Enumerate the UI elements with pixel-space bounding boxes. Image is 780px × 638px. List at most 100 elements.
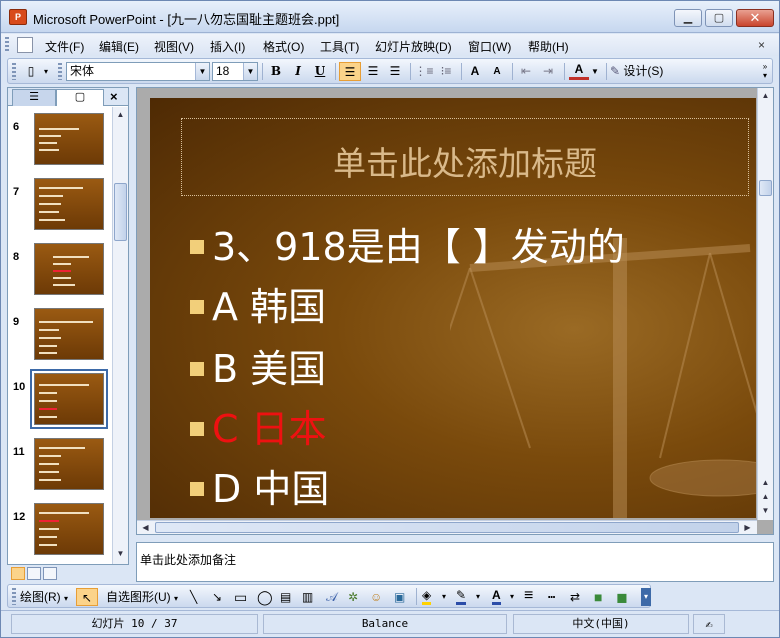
slideshow-view-icon[interactable] bbox=[43, 567, 57, 580]
doc-close-icon[interactable]: × bbox=[758, 38, 765, 52]
scroll-thumb[interactable] bbox=[114, 183, 127, 241]
menu-window[interactable]: 窗口(W) bbox=[468, 38, 511, 55]
clipart-icon[interactable]: ☺ bbox=[370, 588, 382, 606]
bullet-question[interactable]: 3、918是由【 】发动的 bbox=[190, 216, 625, 271]
slide-horizontal-scrollbar[interactable]: ◀ ▶ bbox=[137, 520, 757, 534]
arrow-icon[interactable]: ↘ bbox=[212, 588, 222, 606]
tab-outline[interactable]: ☰ bbox=[12, 89, 56, 106]
normal-view-icon[interactable] bbox=[11, 567, 25, 580]
slides-pane-scrollbar[interactable]: ▲ ▼ bbox=[112, 107, 128, 564]
font-name-combo[interactable]: 宋体 ▼ bbox=[66, 62, 210, 81]
oval-icon[interactable]: ◯ bbox=[257, 588, 273, 606]
chevron-down-icon[interactable]: ▾ bbox=[510, 588, 514, 606]
chevron-down-icon[interactable]: ▼ bbox=[590, 62, 600, 81]
menu-format[interactable]: 格式(O) bbox=[263, 38, 304, 55]
scroll-thumb[interactable] bbox=[155, 522, 739, 533]
menu-view[interactable]: 视图(V) bbox=[154, 38, 194, 55]
bullet-option-b[interactable]: B 美国 bbox=[190, 338, 326, 393]
chevron-down-icon[interactable]: ▾ bbox=[476, 588, 480, 606]
menu-slideshow[interactable]: 幻灯片放映(D) bbox=[375, 38, 452, 55]
picture-icon[interactable]: ▣ bbox=[394, 588, 405, 606]
line-color-icon[interactable]: ✎ bbox=[456, 588, 467, 605]
shadow-style-icon[interactable]: ■ bbox=[594, 588, 602, 606]
italic-button[interactable]: I bbox=[288, 62, 308, 81]
menu-insert[interactable]: 插入(I) bbox=[210, 38, 245, 55]
toolbar-options-icon[interactable]: ▾ bbox=[641, 588, 651, 606]
textbox-icon[interactable]: ▤ bbox=[280, 588, 291, 606]
slide-thumbnail-9[interactable]: 9 bbox=[8, 308, 114, 372]
bullet-option-a[interactable]: A 韩国 bbox=[190, 276, 326, 331]
numbering-button[interactable]: ⋮≡ bbox=[414, 62, 434, 81]
bullets-button[interactable]: ⁝≡ bbox=[436, 62, 456, 81]
scroll-left-icon[interactable]: ◀ bbox=[139, 521, 152, 535]
bullet-option-c[interactable]: C 日本 bbox=[190, 398, 327, 453]
document-icon[interactable] bbox=[17, 37, 33, 53]
draw-menu-button[interactable]: 绘图(R) ▾ bbox=[20, 588, 68, 606]
pane-close-icon[interactable]: × bbox=[110, 89, 118, 104]
chevron-down-icon[interactable]: ▼ bbox=[195, 63, 209, 80]
scroll-right-icon[interactable]: ▶ bbox=[741, 521, 754, 535]
current-slide[interactable]: 单击此处添加标题 3、918是由【 】发动的 A 韩国 B 美国 C 日本 D … bbox=[150, 98, 756, 518]
scroll-down-icon[interactable]: ▼ bbox=[114, 547, 127, 561]
slide-thumbnail-11[interactable]: 11 bbox=[8, 438, 114, 502]
wordart-icon[interactable]: 𝒜 bbox=[326, 588, 337, 606]
maximize-button[interactable]: ▢ bbox=[705, 9, 733, 27]
autoshapes-menu-button[interactable]: 自选图形(U) ▾ bbox=[106, 588, 178, 606]
fill-color-icon[interactable]: ◈ bbox=[422, 588, 432, 605]
dash-style-icon[interactable]: ┅ bbox=[548, 588, 555, 606]
select-objects-icon[interactable]: ↖ bbox=[76, 588, 98, 606]
toolbar-overflow-icon[interactable]: » ▾ bbox=[760, 62, 770, 81]
align-left-button[interactable]: ☰ bbox=[339, 62, 361, 81]
next-slide-icon[interactable]: ▼ bbox=[759, 504, 772, 518]
powerpoint-icon[interactable]: P bbox=[9, 9, 27, 25]
previous-slide-icon[interactable]: ▲ bbox=[759, 490, 772, 504]
minimize-button[interactable]: ▁ bbox=[674, 9, 702, 27]
3d-style-icon[interactable]: ◼ bbox=[616, 588, 628, 606]
slide-thumbnail-7[interactable]: 7 bbox=[8, 178, 114, 242]
slide-thumbnail-10[interactable]: 10 bbox=[8, 369, 114, 437]
menu-help[interactable]: 帮助(H) bbox=[528, 38, 569, 55]
grow-font-button[interactable]: A bbox=[465, 62, 485, 81]
chevron-down-icon[interactable]: ▼ bbox=[243, 63, 257, 80]
vertical-textbox-icon[interactable]: ▥ bbox=[302, 588, 313, 606]
design-button[interactable]: ✎ 设计(S) bbox=[610, 62, 680, 81]
notes-pane[interactable]: 单击此处添加备注 bbox=[136, 542, 774, 582]
shrink-font-button[interactable]: A bbox=[487, 62, 507, 81]
decrease-indent-button[interactable]: ⇤ bbox=[516, 62, 536, 81]
menu-file[interactable]: 文件(F) bbox=[45, 38, 84, 55]
align-right-button[interactable]: ☰ bbox=[385, 62, 405, 81]
new-slide-icon[interactable]: ▯ bbox=[22, 62, 40, 81]
slide-thumbnail-8[interactable]: 8 bbox=[8, 243, 114, 307]
close-button[interactable]: ✕ bbox=[736, 9, 774, 27]
font-size-combo[interactable]: 18 ▼ bbox=[212, 62, 258, 81]
scroll-up-icon[interactable]: ▲ bbox=[759, 89, 772, 103]
toolbar-grip-2[interactable] bbox=[58, 63, 62, 80]
align-center-button[interactable]: ☰ bbox=[363, 62, 383, 81]
font-color-button[interactable]: A bbox=[569, 62, 589, 80]
drawbar-grip[interactable] bbox=[12, 588, 16, 605]
scroll-up-icon[interactable]: ▲ bbox=[114, 108, 127, 122]
menu-edit[interactable]: 编辑(E) bbox=[99, 38, 139, 55]
slide-sorter-view-icon[interactable] bbox=[27, 567, 41, 580]
diagram-icon[interactable]: ✲ bbox=[348, 588, 358, 606]
scroll-thumb[interactable] bbox=[759, 180, 772, 196]
menu-grip[interactable] bbox=[5, 37, 9, 53]
bold-button[interactable]: B bbox=[266, 62, 286, 81]
spelling-check-icon[interactable]: ✍ bbox=[693, 614, 725, 634]
bullet-option-d[interactable]: D 中国 bbox=[190, 458, 329, 513]
arrow-style-icon[interactable]: ⇄ bbox=[570, 588, 580, 606]
menu-tools[interactable]: 工具(T) bbox=[320, 38, 359, 55]
tab-slides[interactable]: ▢ bbox=[56, 89, 104, 106]
underline-button[interactable]: U bbox=[310, 62, 330, 81]
rectangle-icon[interactable]: ▭ bbox=[234, 588, 247, 606]
slide-vertical-scrollbar[interactable]: ▲ ▲ ▲ ▼ bbox=[757, 88, 773, 520]
font-color-icon[interactable]: A bbox=[492, 588, 501, 605]
slide-thumbnail-12[interactable]: 12 bbox=[8, 503, 114, 564]
toolbar-options-icon[interactable]: ▾ bbox=[42, 62, 50, 81]
title-placeholder[interactable]: 单击此处添加标题 bbox=[181, 118, 749, 196]
line-icon[interactable]: ╲ bbox=[190, 588, 197, 606]
toolbar-grip[interactable] bbox=[12, 63, 16, 80]
chevron-down-icon[interactable]: ▾ bbox=[442, 588, 446, 606]
slide-thumbnail-6[interactable]: 6 bbox=[8, 113, 114, 177]
scroll-down-icon[interactable]: ▲ bbox=[759, 476, 772, 490]
